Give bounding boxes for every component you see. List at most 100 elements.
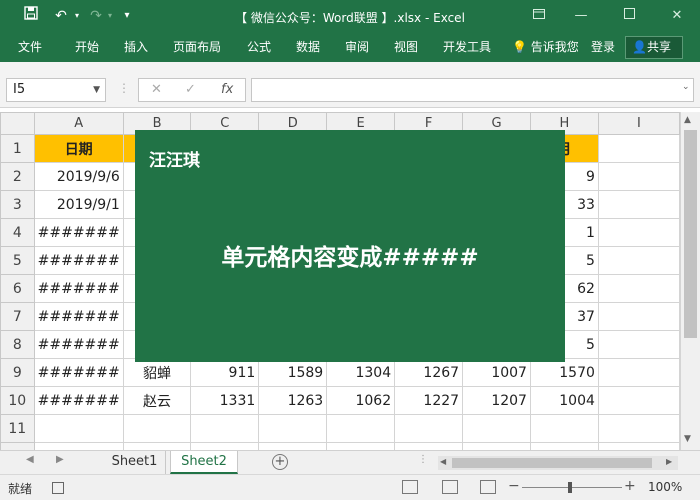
cell[interactable] [394,414,464,443]
tab-data[interactable]: 数据 [296,34,320,62]
sheet-tab-sheet1[interactable]: Sheet1 [104,451,166,474]
zoom-slider-knob[interactable] [568,482,572,493]
cell[interactable] [597,274,680,303]
scroll-thumb[interactable] [684,130,697,338]
scroll-thumb[interactable] [452,458,652,468]
cell[interactable]: ####### [33,330,124,359]
add-sheet-icon[interactable]: + [272,454,288,470]
cell[interactable]: ####### [33,218,124,247]
row-header[interactable]: 8 [0,330,35,359]
zoom-slider[interactable] [522,487,622,488]
cell[interactable] [190,414,260,443]
cell[interactable]: 1007 [462,358,531,387]
zoom-level[interactable]: 100% [648,480,682,494]
cell[interactable] [597,162,680,191]
tab-view[interactable]: 视图 [394,34,418,62]
row-header[interactable]: 4 [0,218,35,247]
sign-in-link[interactable]: 登录 [591,34,615,62]
tab-home[interactable]: 开始 [75,34,99,62]
macro-record-icon[interactable] [52,482,64,494]
cell[interactable] [258,414,328,443]
row-header[interactable]: 5 [0,246,35,275]
cell[interactable]: 1207 [462,386,531,415]
cell[interactable] [258,442,328,450]
previous-sheet-icon[interactable]: ◀ [26,454,34,465]
sheet-tab-sheet2[interactable]: Sheet2 [170,451,238,474]
cell[interactable] [462,414,531,443]
formula-input[interactable] [251,78,694,102]
cell[interactable] [462,442,531,450]
cell[interactable] [597,358,680,387]
cell[interactable] [33,414,124,443]
vertical-scrollbar[interactable]: ▲ ▼ [680,112,700,450]
redo-icon[interactable]: ↷ [86,6,106,26]
expand-formula-icon[interactable]: ⌄ [682,82,690,92]
cell[interactable]: 1304 [326,358,396,387]
tab-review[interactable]: 审阅 [345,34,369,62]
tab-insert[interactable]: 插入 [124,34,148,62]
cell[interactable] [394,442,464,450]
row-header[interactable]: 9 [0,358,35,387]
page-layout-view-icon[interactable] [442,480,458,494]
cell[interactable]: ####### [33,302,124,331]
cell[interactable]: 貂蝉 [122,358,192,387]
cell[interactable] [326,414,396,443]
column-header[interactable]: A [33,112,124,135]
enter-icon[interactable]: ✓ [185,82,196,97]
zoom-out-icon[interactable]: − [508,478,520,494]
insert-function-icon[interactable]: fx [221,82,233,97]
cell[interactable]: 1062 [326,386,396,415]
cell[interactable] [597,134,680,163]
maximize-icon[interactable] [616,6,642,26]
share-button[interactable]: 👤共享 [625,36,683,59]
undo-dropdown-icon[interactable]: ▾ [72,6,82,26]
tab-file[interactable]: 文件 [18,34,42,62]
ribbon-display-icon[interactable] [526,6,552,26]
cell[interactable] [597,218,680,247]
cell[interactable]: ####### [33,246,124,275]
cancel-icon[interactable]: ✕ [151,82,162,97]
save-icon[interactable] [22,6,40,26]
cell[interactable]: 1004 [529,386,599,415]
tab-developer[interactable]: 开发工具 [443,34,491,62]
row-header[interactable]: 11 [0,414,35,443]
row-header[interactable]: 7 [0,302,35,331]
cell[interactable]: 1589 [258,358,328,387]
name-box[interactable]: I5 ▼ [6,78,106,102]
row-header[interactable]: 3 [0,190,35,219]
scroll-left-icon[interactable]: ◀ [440,457,446,466]
cell[interactable] [597,442,680,450]
cell[interactable] [33,442,124,450]
cell[interactable] [597,246,680,275]
select-all-corner[interactable] [0,112,35,135]
cell[interactable]: ####### [33,274,124,303]
cell[interactable]: ####### [33,358,124,387]
cell[interactable]: ####### [33,386,124,415]
cell[interactable] [122,442,192,450]
horizontal-scrollbar[interactable]: ◀ ▶ [438,456,678,470]
close-icon[interactable]: ✕ [664,6,690,26]
next-sheet-icon[interactable]: ▶ [56,454,64,465]
page-break-view-icon[interactable] [480,480,496,494]
cell[interactable]: 赵云 [122,386,192,415]
row-header[interactable]: 1 [0,134,35,163]
cell[interactable] [597,190,680,219]
redo-dropdown-icon[interactable]: ▾ [106,6,114,26]
normal-view-icon[interactable] [402,480,418,494]
minimize-icon[interactable]: — [568,6,594,26]
cell[interactable] [326,442,396,450]
cell[interactable]: 2019/9/6 [33,162,124,191]
cell[interactable] [529,442,599,450]
customize-icon[interactable]: ▾ [120,6,134,26]
row-header[interactable]: 6 [0,274,35,303]
tab-formulas[interactable]: 公式 [247,34,271,62]
cell[interactable] [529,414,599,443]
chevron-down-icon[interactable]: ▼ [93,79,100,101]
cell[interactable]: 1331 [190,386,260,415]
cell[interactable]: 1227 [394,386,464,415]
row-header[interactable]: 12 [0,442,35,450]
scroll-up-icon[interactable]: ▲ [684,115,691,125]
row-header[interactable]: 10 [0,386,35,415]
cell[interactable] [122,414,192,443]
cell[interactable] [597,386,680,415]
